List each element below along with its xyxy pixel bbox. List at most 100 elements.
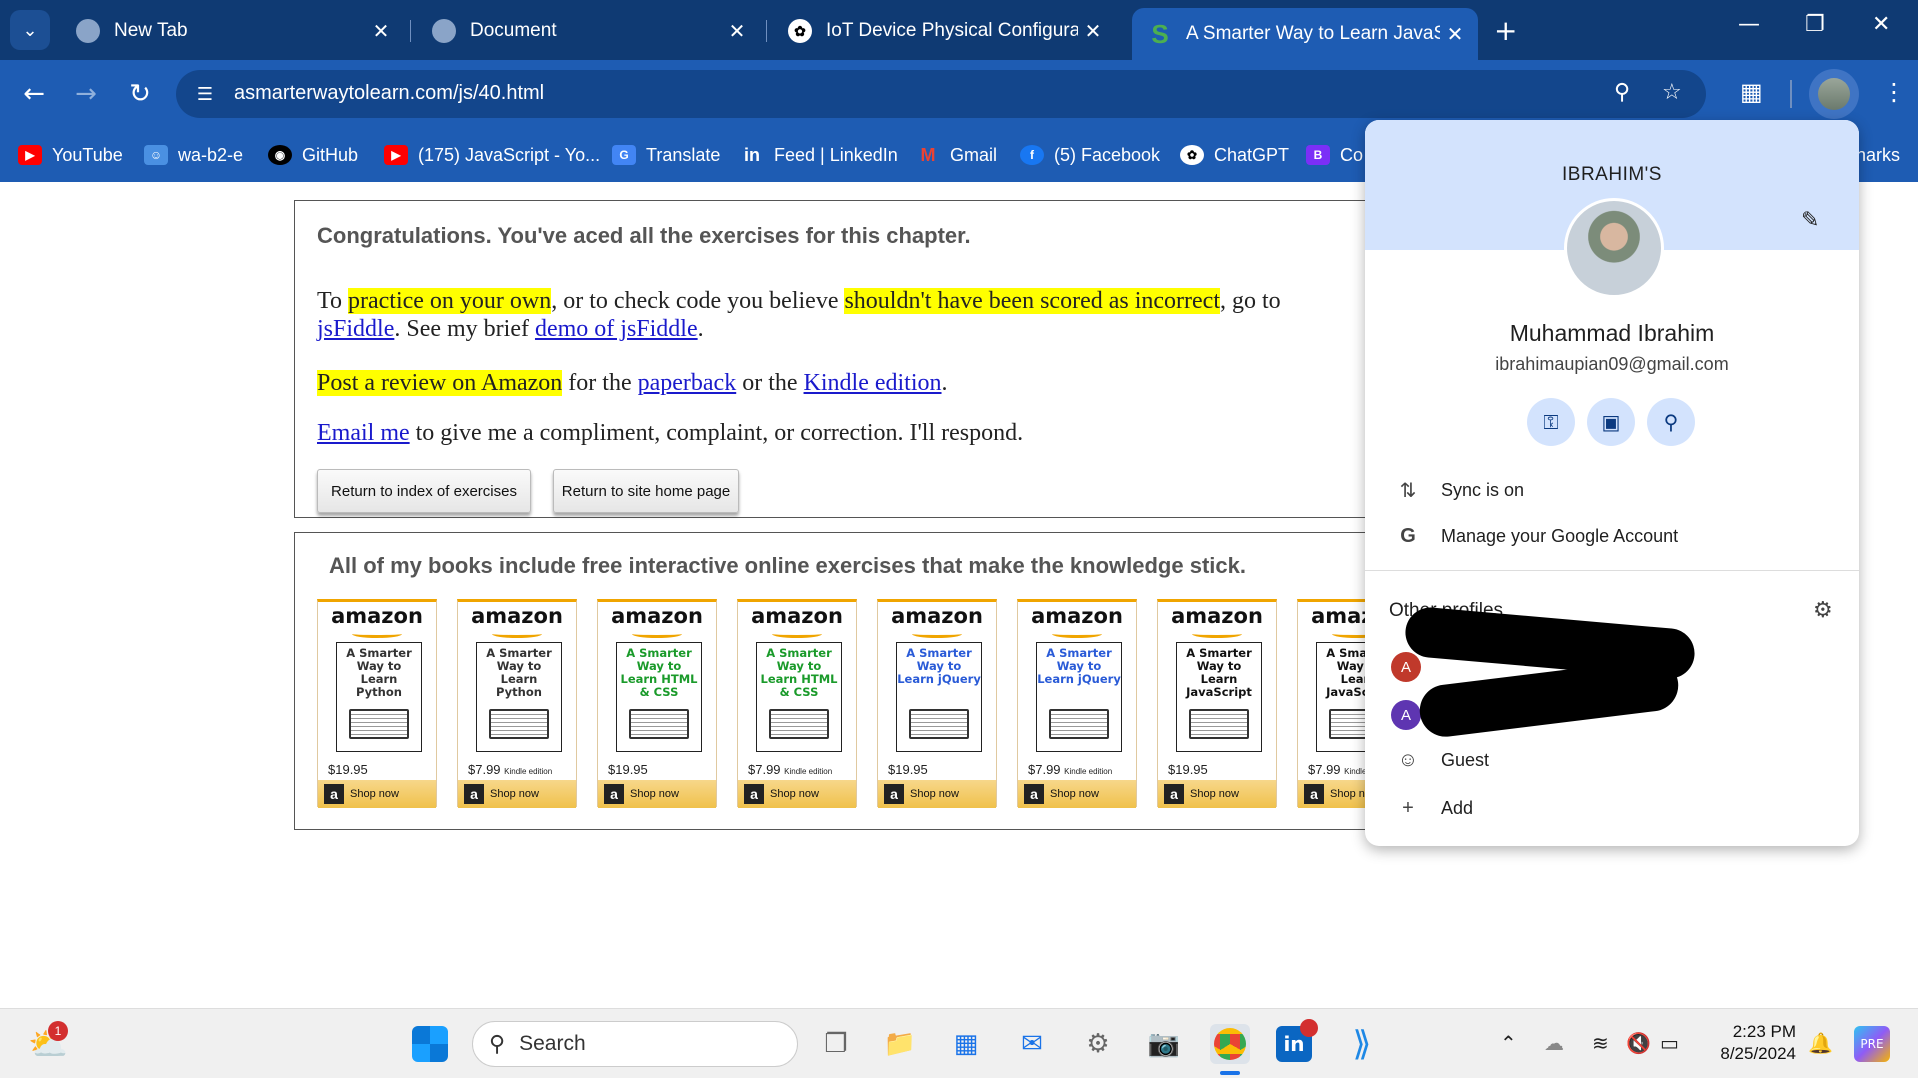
bookmark-github[interactable]: ◉ GitHub: [268, 140, 358, 170]
close-icon[interactable]: ✕: [366, 19, 396, 44]
shop-now-button[interactable]: a Shop now: [1018, 780, 1136, 808]
address-bar[interactable]: ☰ asmarterwaytolearn.com/js/40.html ⚲ ☆: [176, 70, 1706, 118]
paperback-link[interactable]: paperback: [638, 370, 737, 396]
add-profile-row[interactable]: + Add: [1365, 788, 1859, 828]
book-card[interactable]: amazon A Smarter Way to Learn Python $7.99…: [457, 599, 577, 808]
shop-now-button[interactable]: a Shop now: [318, 780, 436, 808]
return-to-index-button[interactable]: Return to index of exercises: [317, 469, 531, 513]
book-card[interactable]: amazon A Smarter Way to Learn jQuery $7.99…: [1017, 599, 1137, 808]
bookmark-translate[interactable]: G Translate: [612, 140, 720, 170]
battery-icon[interactable]: ▭: [1660, 1031, 1679, 1055]
payment-methods-button[interactable]: ▣: [1587, 398, 1635, 446]
bookmark-wa-b2-e[interactable]: ☺ wa-b2-e: [144, 140, 243, 170]
profile-avatar-1[interactable]: A: [1391, 652, 1421, 682]
taskbar-search[interactable]: ⚲ Search: [472, 1021, 798, 1067]
shop-now-button[interactable]: a Shop now: [738, 780, 856, 808]
github-icon: ◉: [268, 145, 292, 165]
kindle-edition-link[interactable]: Kindle edition: [804, 370, 942, 396]
book-card[interactable]: amazon A Smarter Way to Learn HTML & CSS $…: [597, 599, 717, 808]
demo-jsfiddle-link[interactable]: demo of jsFiddle: [535, 316, 698, 342]
shop-now-button[interactable]: a Shop now: [458, 780, 576, 808]
bookmark-gmail[interactable]: M Gmail: [916, 140, 998, 170]
chevron-up-icon[interactable]: ⌃: [1500, 1031, 1517, 1055]
congrats-heading: Congratulations. You've aced all the exe…: [317, 223, 971, 248]
camera-icon[interactable]: 📷: [1144, 1024, 1184, 1064]
bookmark-all-bookmarks[interactable]: narks: [1856, 140, 1900, 170]
shop-now-button[interactable]: a Shop now: [598, 780, 716, 808]
tab-search-button[interactable]: ⌄: [10, 10, 50, 50]
vscode-icon[interactable]: ⟫: [1342, 1024, 1382, 1064]
wifi-icon[interactable]: ≋: [1592, 1031, 1609, 1055]
zoom-icon[interactable]: ⚲: [1614, 80, 1630, 105]
copilot-icon[interactable]: PRE: [1854, 1026, 1890, 1062]
back-button[interactable]: ←: [14, 74, 54, 114]
email-me-link[interactable]: Email me: [317, 420, 410, 446]
gear-icon[interactable]: ⚙: [1813, 598, 1833, 623]
book-card[interactable]: amazon A Smarter Way to Learn HTML & CSS $…: [737, 599, 857, 808]
site-info-icon[interactable]: ☰: [190, 79, 220, 109]
book-cover[interactable]: A Smarter Way to Learn JavaScript: [1176, 642, 1262, 752]
book-card[interactable]: amazon A Smarter Way to Learn jQuery $19.9…: [877, 599, 997, 808]
close-icon[interactable]: ✕: [722, 19, 752, 44]
close-icon[interactable]: ✕: [1078, 19, 1108, 44]
book-cover[interactable]: A Smarter Way to Learn Python: [476, 642, 562, 752]
book-cover[interactable]: A Smarter Way to Learn HTML & CSS: [756, 642, 842, 752]
new-tab-button[interactable]: +: [1494, 14, 1517, 47]
profile-avatar-2[interactable]: A: [1391, 700, 1421, 730]
store-icon[interactable]: ▦: [946, 1024, 986, 1064]
tab-new-tab[interactable]: New Tab ✕: [60, 8, 404, 54]
passwords-button[interactable]: ⚿: [1527, 398, 1575, 446]
bookmark-star-icon[interactable]: ☆: [1662, 80, 1682, 105]
bookmark-co[interactable]: B Co: [1306, 140, 1363, 170]
start-windows-icon[interactable]: [412, 1026, 448, 1062]
sync-row[interactable]: ⇅ Sync is on: [1365, 470, 1859, 510]
pencil-icon[interactable]: ✎: [1801, 208, 1819, 233]
book-cover[interactable]: A Smarter Way to Learn jQuery: [896, 642, 982, 752]
book-cover[interactable]: A Smarter Way to Learn jQuery: [1036, 642, 1122, 752]
clock[interactable]: 2:23 PM 8/25/2024: [1710, 1021, 1796, 1065]
file-explorer-icon[interactable]: 📁: [880, 1024, 920, 1064]
minimize-button[interactable]: —: [1738, 12, 1760, 37]
book-card[interactable]: amazon A Smarter Way to Learn JavaScript $…: [1157, 599, 1277, 808]
bookmark-facebook[interactable]: f (5) Facebook: [1020, 140, 1160, 170]
menu-kebab-icon[interactable]: ⋮: [1882, 78, 1906, 106]
bookmark-youtube-javascript[interactable]: ▶ (175) JavaScript - Yo...: [384, 140, 600, 170]
tab-document[interactable]: Document ✕: [416, 8, 760, 54]
book-card[interactable]: amazon A Smarter Way to Learn Python $19.9…: [317, 599, 437, 808]
text: . See my brief: [394, 316, 535, 342]
notification-dot: [1300, 1019, 1318, 1037]
jsfiddle-link[interactable]: jsFiddle: [317, 316, 394, 342]
mail-icon[interactable]: ✉: [1012, 1024, 1052, 1064]
speaker-muted-icon[interactable]: 🔇: [1626, 1031, 1651, 1055]
chrome-icon[interactable]: [1210, 1024, 1250, 1064]
forward-button[interactable]: →: [66, 74, 106, 114]
cloud-icon[interactable]: ☁: [1544, 1031, 1564, 1055]
profile-button[interactable]: [1809, 69, 1859, 119]
book-cover[interactable]: A Smarter Way to Learn Python: [336, 642, 422, 752]
amazon-smile-icon: [772, 630, 822, 638]
guest-row[interactable]: ☺ Guest: [1365, 740, 1859, 780]
bookmark-linkedin[interactable]: in Feed | LinkedIn: [740, 140, 898, 170]
return-to-home-button[interactable]: Return to site home page: [553, 469, 739, 513]
bookmark-youtube[interactable]: ▶ YouTube: [18, 140, 123, 170]
book-cover[interactable]: A Smarter Way to Learn HTML & CSS: [616, 642, 702, 752]
shop-now-button[interactable]: a Shop now: [878, 780, 996, 808]
tab-iot-device[interactable]: ✿ IoT Device Physical Configuratio ✕: [772, 8, 1116, 54]
url-text[interactable]: asmarterwaytolearn.com/js/40.html: [234, 82, 544, 105]
close-window-button[interactable]: ✕: [1872, 12, 1890, 37]
price-value: $7.99: [748, 762, 781, 777]
bookmark-chatgpt[interactable]: ✿ ChatGPT: [1180, 140, 1289, 170]
addresses-button[interactable]: ⚲: [1647, 398, 1695, 446]
amazon-smile-icon: [492, 630, 542, 638]
tab-smarter-way-js[interactable]: S A Smarter Way to Learn JavaScri ✕: [1132, 8, 1478, 60]
reload-button[interactable]: ↻: [120, 74, 160, 114]
settings-icon[interactable]: ⚙: [1078, 1024, 1118, 1064]
task-view-icon[interactable]: ❐: [816, 1024, 856, 1064]
site-s-icon: S: [1151, 18, 1169, 49]
manage-account-row[interactable]: G Manage your Google Account: [1365, 516, 1859, 556]
close-icon[interactable]: ✕: [1440, 22, 1470, 47]
extensions-icon[interactable]: ▦: [1740, 78, 1763, 106]
bell-icon[interactable]: 🔔: [1808, 1031, 1833, 1055]
restore-button[interactable]: ❐: [1805, 12, 1825, 37]
shop-now-button[interactable]: a Shop now: [1158, 780, 1276, 808]
